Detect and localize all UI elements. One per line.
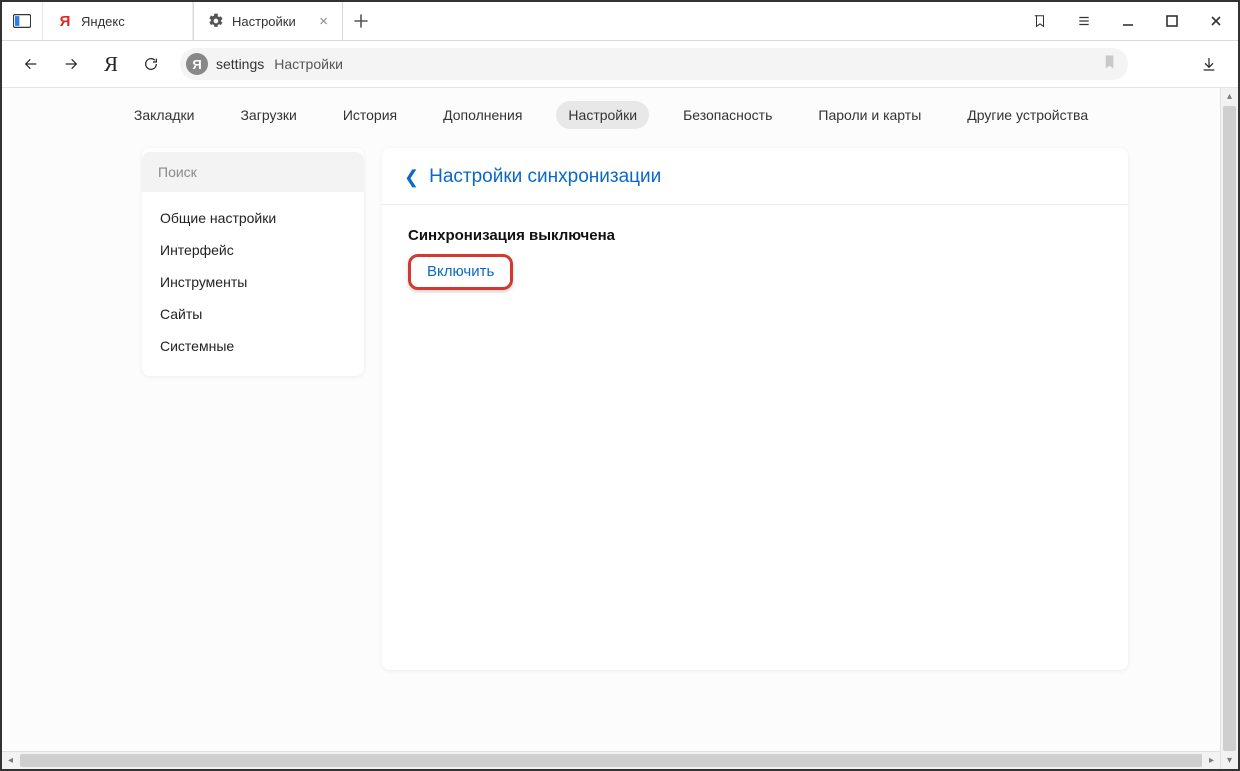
settings-sidebar: Поиск Общие настройки Интерфейс Инструме… [142,148,364,376]
top-nav-bookmarks[interactable]: Закладки [122,101,207,129]
chevron-left-icon: ❮ [404,168,419,186]
scroll-left-icon[interactable]: ◂ [2,752,19,769]
panel-toggle-button[interactable] [2,2,43,40]
home-button[interactable]: Я [94,47,128,81]
bookmark-icon[interactable] [1103,54,1116,75]
sidebar-item-interface[interactable]: Интерфейс [142,234,364,266]
sidebar-item-sites[interactable]: Сайты [142,298,364,330]
close-tab-icon[interactable]: × [319,14,328,29]
reload-button[interactable] [134,47,168,81]
top-nav-security[interactable]: Безопасность [671,101,784,129]
vertical-scrollbar[interactable]: ▴ ▾ [1220,88,1238,769]
scroll-up-icon[interactable]: ▴ [1221,88,1238,105]
yandex-home-icon: Я [104,52,118,77]
top-nav-settings[interactable]: Настройки [556,101,649,129]
tab-settings[interactable]: Настройки × [193,2,343,40]
settings-panel: ❮ Настройки синхронизации Синхронизация … [382,148,1128,670]
horizontal-scrollbar[interactable]: ◂ ▸ [2,751,1220,769]
window-close-button[interactable] [1194,2,1238,40]
forward-button[interactable] [54,47,88,81]
panel-title: Настройки синхронизации [429,166,661,188]
top-nav-devices[interactable]: Другие устройства [955,101,1100,129]
v-scroll-thumb[interactable] [1223,106,1236,751]
h-scroll-thumb[interactable] [20,754,1202,767]
tab-label: Яндекс [81,14,125,29]
scroll-right-icon[interactable]: ▸ [1203,752,1220,769]
gear-icon [208,13,224,29]
sync-settings-back-link[interactable]: ❮ Настройки синхронизации [404,166,1106,188]
top-nav-addons[interactable]: Дополнения [431,101,534,129]
window-minimize-button[interactable] [1106,2,1150,40]
window-maximize-button[interactable] [1150,2,1194,40]
yandex-favicon-icon: Я [57,13,73,29]
address-text: settings Настройки [216,56,343,72]
sidebar-item-general[interactable]: Общие настройки [142,202,364,234]
enable-sync-link[interactable]: Включить [427,263,494,280]
menu-button[interactable] [1062,2,1106,40]
scroll-down-icon[interactable]: ▾ [1221,752,1238,769]
site-info-icon[interactable]: Я [186,53,208,75]
toolbar: Я Я settings Настройки [2,41,1238,88]
bookmarks-button[interactable] [1018,2,1062,40]
downloads-button[interactable] [1192,47,1226,81]
settings-top-nav: Закладки Загрузки История Дополнения Нас… [2,88,1220,142]
sidebar-item-system[interactable]: Системные [142,330,364,362]
sync-status-label: Синхронизация выключена [408,227,1102,244]
top-nav-passwords[interactable]: Пароли и карты [806,101,933,129]
sidebar-search-input[interactable]: Поиск [142,152,364,192]
sidebar-item-tools[interactable]: Инструменты [142,266,364,298]
top-nav-history[interactable]: История [331,101,409,129]
back-button[interactable] [14,47,48,81]
tab-strip: Я Яндекс Настройки × [2,2,1238,41]
new-tab-button[interactable] [343,2,379,40]
tab-yandex[interactable]: Я Яндекс [43,2,193,40]
enable-sync-highlight: Включить [408,254,513,290]
address-bar[interactable]: Я settings Настройки [180,48,1128,80]
tab-label: Настройки [232,14,296,29]
top-nav-downloads[interactable]: Загрузки [228,101,308,129]
